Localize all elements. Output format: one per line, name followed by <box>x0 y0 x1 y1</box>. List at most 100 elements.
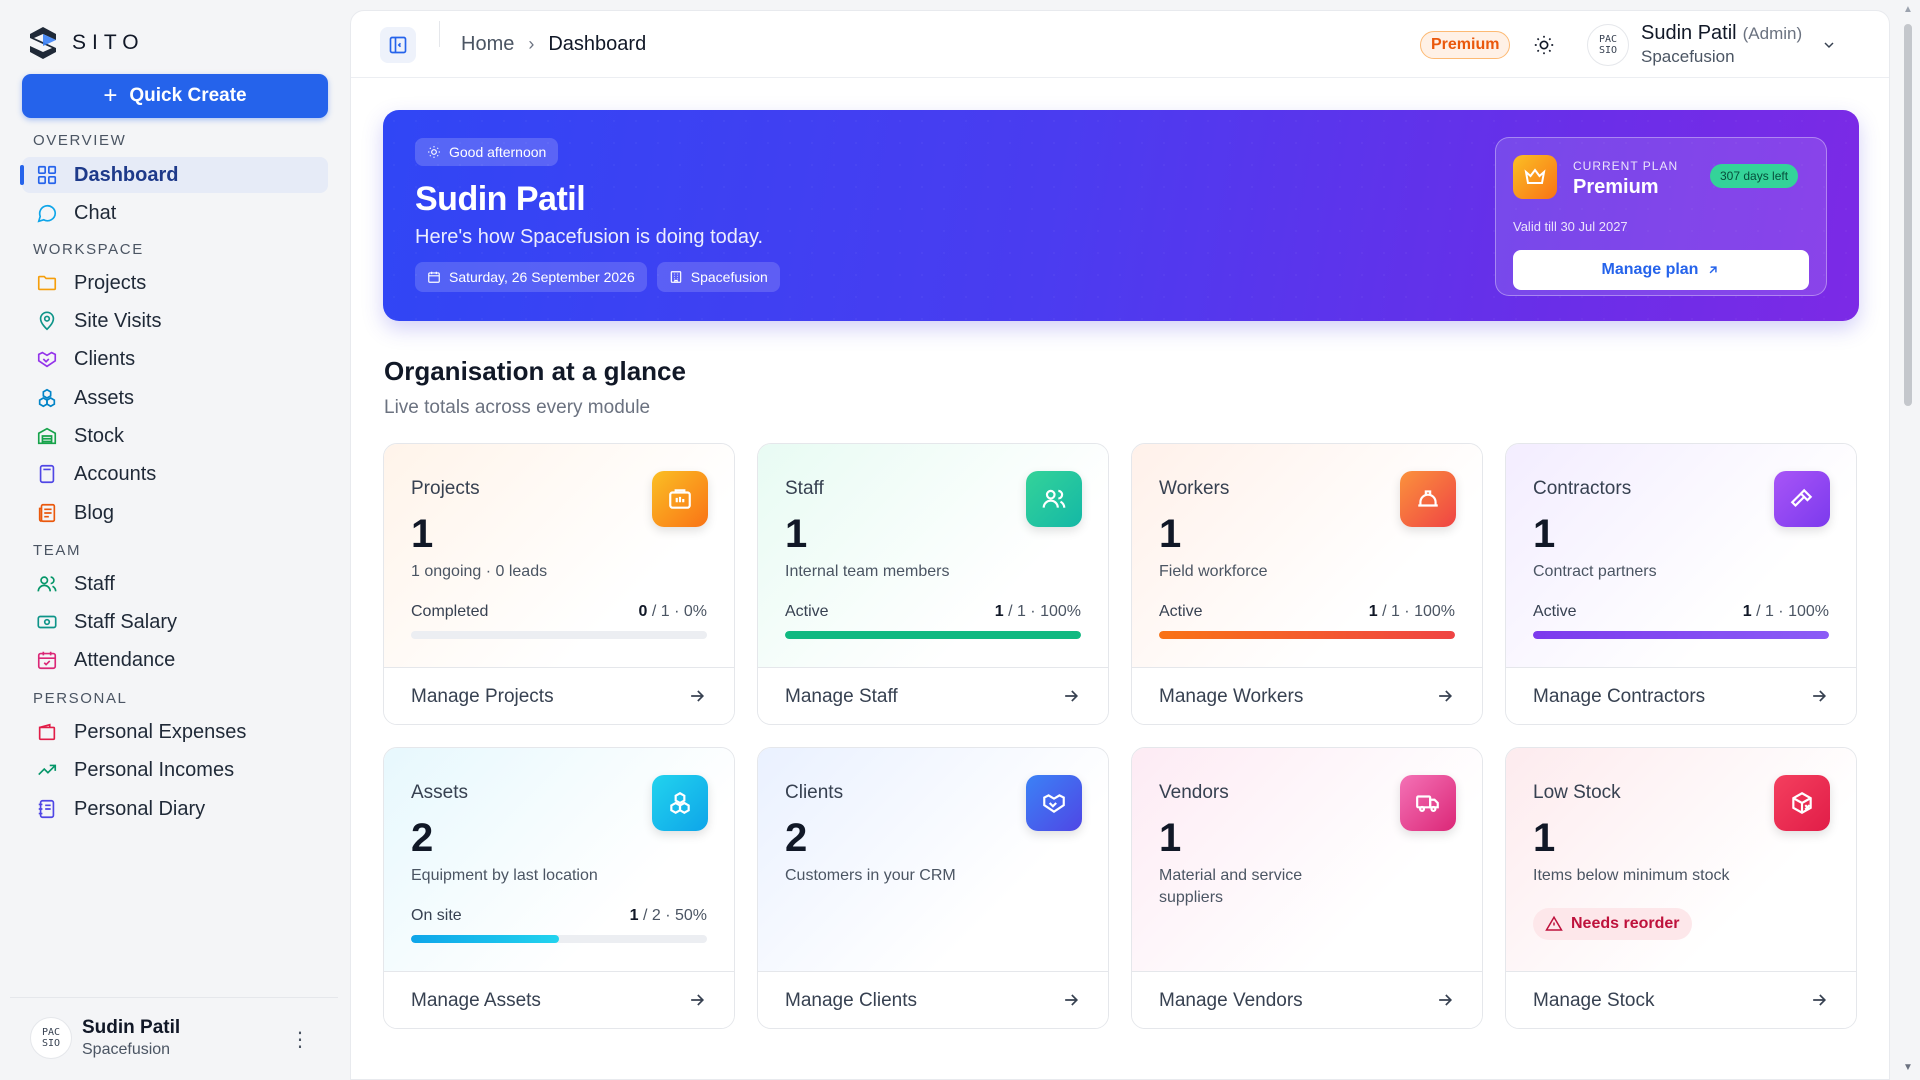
progress-bar <box>785 631 1081 639</box>
card-value: 1 <box>785 512 808 556</box>
stat-card-vendors: Vendors 1 Material and service suppliers… <box>1131 747 1483 1029</box>
card-stat-number: 1 <box>629 907 639 924</box>
quick-create-button[interactable]: + Quick Create <box>22 74 328 118</box>
hero-chips: Saturday, 26 September 2026 Spacefusion <box>415 262 780 292</box>
sidebar-item-assets[interactable]: Assets <box>22 380 328 416</box>
handshake-icon <box>36 348 58 370</box>
user-menu[interactable]: PAC SIO Sudin Patil (Admin) Spacefusion <box>1587 22 1802 67</box>
sidebar-item-accounts[interactable]: Accounts <box>22 456 328 492</box>
logo-mark-icon <box>30 27 56 59</box>
breadcrumb-home[interactable]: Home <box>461 33 514 56</box>
card-title: Staff <box>785 478 824 499</box>
sidebar-item-dashboard[interactable]: Dashboard <box>20 157 328 193</box>
sidebar-item-label: Attendance <box>74 648 176 671</box>
card-stat-label: Completed <box>411 603 489 620</box>
scroll-up-arrow-icon[interactable]: ▲ <box>1903 4 1913 15</box>
folder-icon <box>36 272 58 294</box>
newspaper-icon <box>36 502 58 524</box>
stat-card-assets: Assets 2 Equipment by last location On s… <box>383 747 735 1029</box>
manage-vendors-link[interactable]: Manage Vendors <box>1132 971 1482 1028</box>
nav-section-overview: OVERVIEW <box>33 132 127 149</box>
plus-icon: + <box>103 82 118 109</box>
building-icon <box>670 271 682 283</box>
stat-card-workers: Workers 1 Field workforce Active 1 / 1 ·… <box>1131 443 1483 725</box>
manage-stock-link[interactable]: Manage Stock <box>1506 971 1856 1028</box>
card-stat-label: On site <box>411 907 462 924</box>
sidebar-item-staff-salary[interactable]: Staff Salary <box>22 604 328 640</box>
manage-workers-link[interactable]: Manage Workers <box>1132 667 1482 724</box>
needs-reorder-badge: Needs reorder <box>1533 908 1692 940</box>
scroll-down-arrow-icon[interactable]: ▼ <box>1903 1062 1913 1073</box>
premium-badge: Premium <box>1420 31 1511 59</box>
card-description: 1 ongoing · 0 leads <box>411 563 548 580</box>
card-body: Clients 2 Customers in your CRM <box>758 748 1108 971</box>
hammer-icon <box>1774 471 1830 527</box>
breadcrumb: Home › Dashboard <box>461 33 646 56</box>
boxes-icon <box>652 775 708 831</box>
card-stat-number: 1 <box>1742 603 1752 620</box>
sidebar-item-chat[interactable]: Chat <box>22 195 328 231</box>
greeting-pill: Good afternoon <box>415 138 559 166</box>
org-chip: Spacefusion <box>656 262 780 292</box>
manage-plan-button[interactable]: Manage plan <box>1513 250 1809 290</box>
map-pin-icon <box>36 310 58 332</box>
manage-projects-link[interactable]: Manage Projects <box>384 667 734 724</box>
sidebar-item-label: Projects <box>74 271 147 294</box>
sidebar-item-clients[interactable]: Clients <box>22 341 328 377</box>
card-value: 2 <box>785 816 808 860</box>
sidebar-item-label: Accounts <box>74 462 157 485</box>
card-title: Vendors <box>1159 782 1229 803</box>
sidebar-item-attendance[interactable]: Attendance <box>22 642 328 678</box>
topbar: Home › Dashboard Premium PAC SIO Sudin Pa… <box>351 11 1889 78</box>
sun-icon <box>1534 35 1554 55</box>
logo[interactable]: SITO <box>28 26 145 60</box>
card-value: 2 <box>411 816 434 860</box>
manage-clients-link[interactable]: Manage Clients <box>758 971 1108 1028</box>
sidebar-item-label: Site Visits <box>74 309 162 332</box>
sidebar-item-site-visits[interactable]: Site Visits <box>22 303 328 339</box>
progress-fill <box>1159 631 1455 639</box>
progress-fill <box>785 631 1081 639</box>
handshake-icon <box>1026 775 1082 831</box>
sidebar-item-stock[interactable]: Stock <box>22 418 328 454</box>
card-description: Internal team members <box>785 563 950 580</box>
sidebar-item-label: Personal Incomes <box>74 758 235 781</box>
users-icon <box>36 573 58 595</box>
users-icon <box>1026 471 1082 527</box>
manage-staff-link[interactable]: Manage Staff <box>758 667 1108 724</box>
sidebar-item-personal-expenses[interactable]: Personal Expenses <box>22 714 328 750</box>
card-description: Customers in your CRM <box>785 867 956 884</box>
progress-bar <box>411 631 707 639</box>
more-vertical-icon[interactable]: ⋮ <box>290 1030 310 1050</box>
card-description: Field workforce <box>1159 563 1268 580</box>
sidebar-item-label: Staff <box>74 572 115 595</box>
sidebar-toggle-button[interactable] <box>380 27 416 63</box>
card-description: Contract partners <box>1533 563 1657 580</box>
greeting-text: Good afternoon <box>449 144 547 160</box>
chevron-down-icon[interactable] <box>1821 37 1837 53</box>
sidebar-item-staff[interactable]: Staff <box>22 566 328 602</box>
card-stat-rest: / 1 · 0% <box>647 603 707 620</box>
card-body: Staff 1 Internal team members Active 1 /… <box>758 444 1108 667</box>
scroll-thumb[interactable] <box>1904 24 1912 406</box>
card-value: 1 <box>411 512 434 556</box>
card-description: Equipment by last location <box>411 867 598 884</box>
card-footer-label: Manage Contractors <box>1533 686 1706 707</box>
manage-contractors-link[interactable]: Manage Contractors <box>1506 667 1856 724</box>
nav-section-workspace: WORKSPACE <box>33 241 144 258</box>
card-body: Low Stock 1 Items below minimum stock Ne… <box>1506 748 1856 971</box>
package-x-icon <box>1774 775 1830 831</box>
sidebar-item-personal-diary[interactable]: Personal Diary <box>22 791 328 827</box>
user-name: Sudin Patil <box>1641 22 1737 44</box>
scrollbar[interactable]: ▲ ▼ <box>1901 4 1915 1080</box>
card-description: Items below minimum stock <box>1533 867 1730 884</box>
sidebar-item-blog[interactable]: Blog <box>22 495 328 531</box>
truck-icon <box>1400 775 1456 831</box>
theme-toggle-button[interactable] <box>1531 32 1557 58</box>
manage-assets-link[interactable]: Manage Assets <box>384 971 734 1028</box>
sidebar-item-projects[interactable]: Projects <box>22 265 328 301</box>
card-footer-label: Manage Vendors <box>1159 990 1303 1011</box>
sidebar-user[interactable]: PAC SIO Sudin Patil Spacefusion ⋮ <box>10 997 338 1077</box>
sidebar-item-personal-incomes[interactable]: Personal Incomes <box>22 752 328 788</box>
needs-reorder-label: Needs reorder <box>1571 915 1680 932</box>
